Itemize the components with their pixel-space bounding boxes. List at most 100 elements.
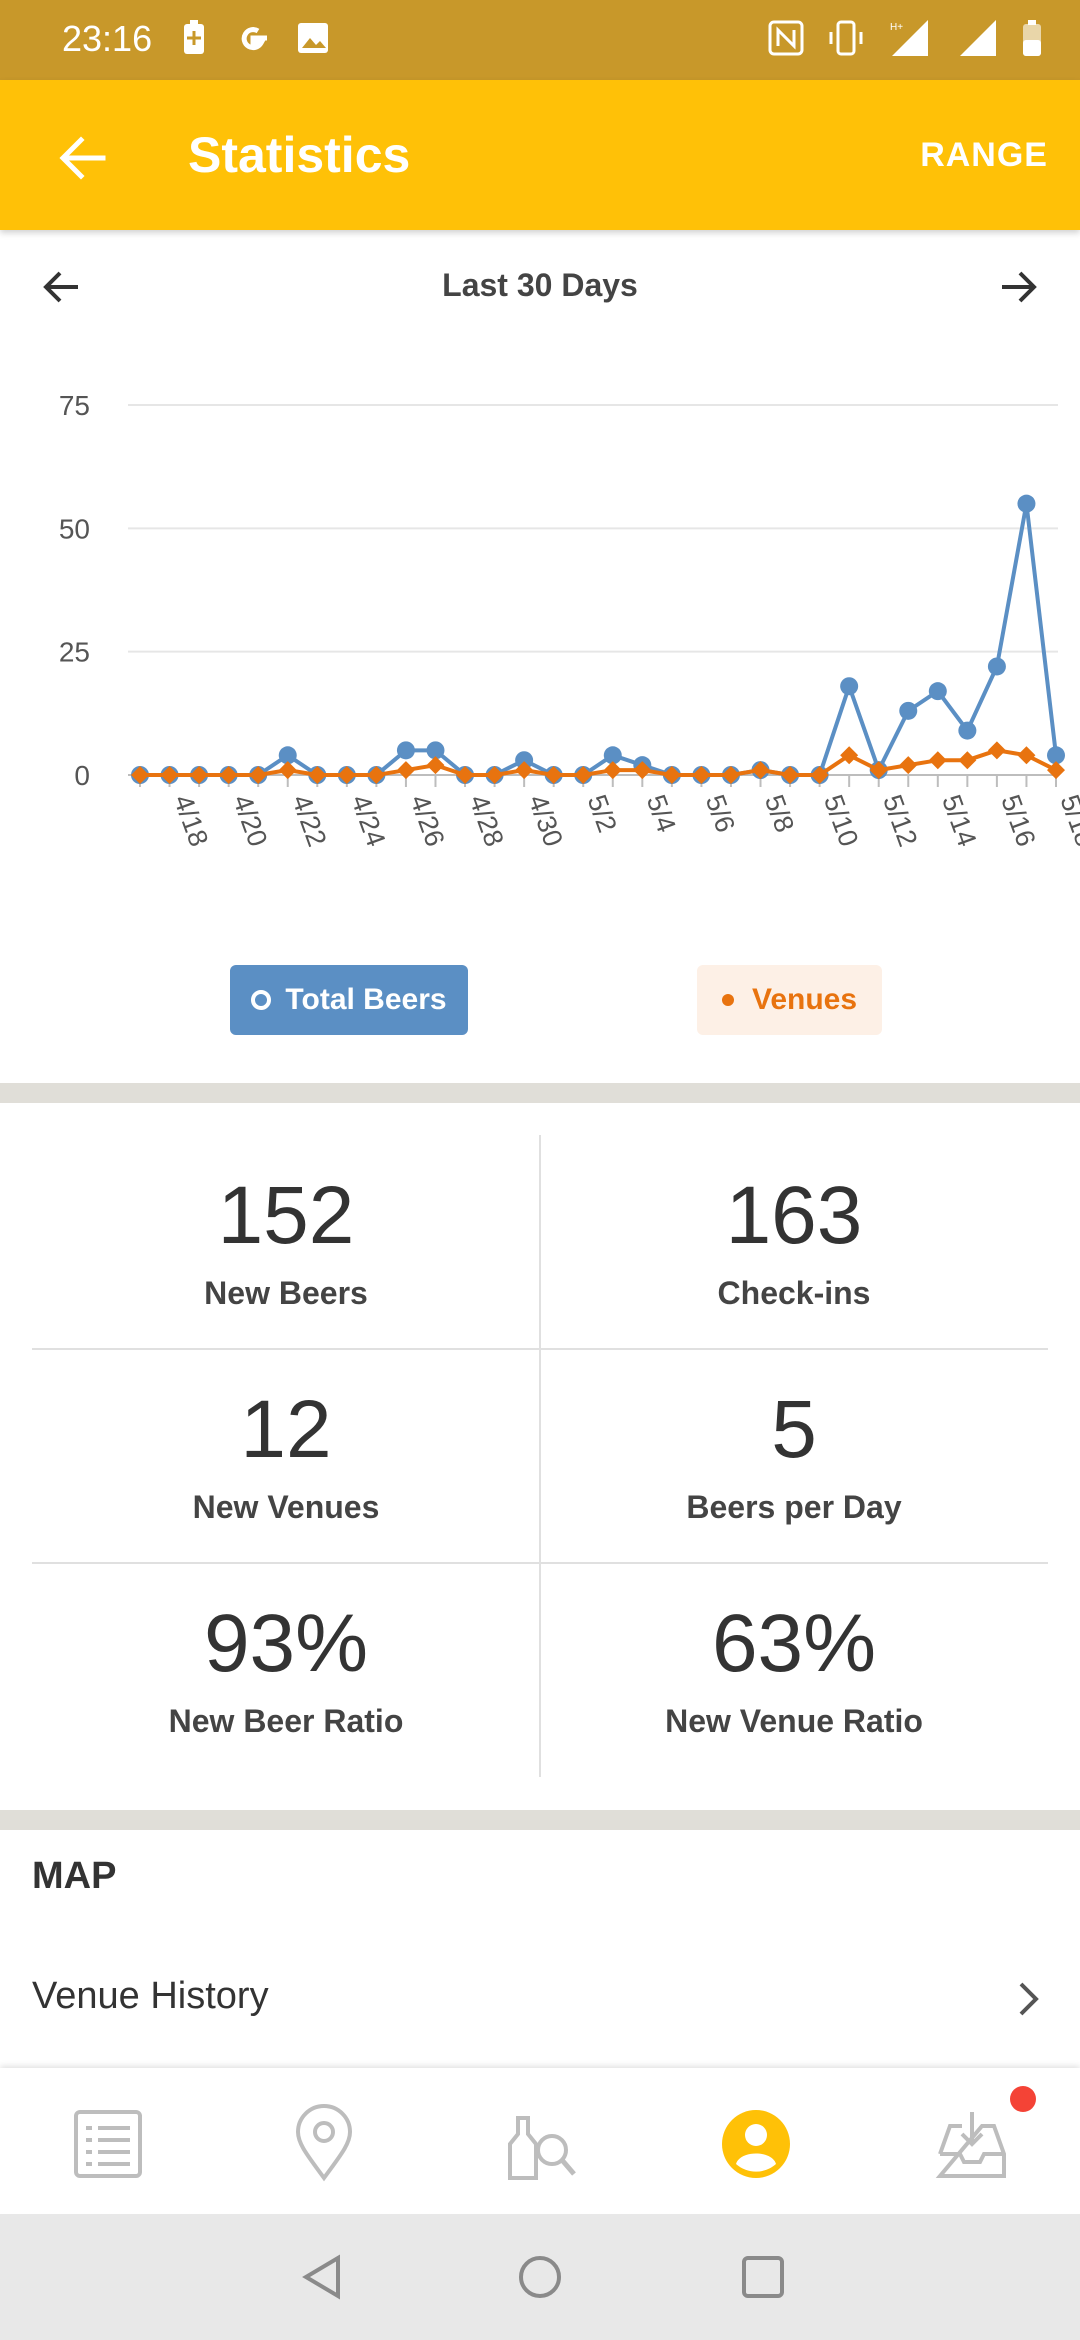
legend-venues-button[interactable]: Venues — [697, 965, 882, 1035]
stat-value: 63% — [711, 1598, 877, 1689]
venues-point — [1047, 761, 1065, 780]
list-icon[interactable] — [68, 2104, 148, 2184]
venues-point — [928, 751, 947, 770]
x-tick-label: 5/12 — [877, 791, 923, 851]
stat-value: 93% — [203, 1598, 369, 1689]
gallery-icon — [298, 23, 328, 53]
stat-value: 5 — [771, 1384, 817, 1475]
chart-period-nav: Last 30 Days — [0, 245, 1080, 325]
x-tick-label: 4/30 — [522, 791, 568, 851]
y-tick-label: 0 — [74, 760, 90, 791]
battery-icon — [1023, 20, 1041, 56]
section-divider — [0, 1083, 1080, 1103]
stat-label: New Beer Ratio — [168, 1703, 404, 1739]
total-beers-series-line — [140, 503, 1058, 777]
chevron-right-icon — [1019, 1982, 1039, 2016]
stat-label: Beers per Day — [686, 1489, 902, 1525]
stat-new-venues: 12 New Venues — [32, 1349, 540, 1563]
y-tick-label: 50 — [59, 513, 90, 544]
x-tick-label: 5/4 — [641, 791, 682, 837]
system-back-icon[interactable] — [298, 2252, 348, 2302]
y-tick-label: 25 — [59, 637, 90, 668]
stat-label: Check-ins — [717, 1275, 871, 1311]
venues-point — [603, 761, 622, 780]
status-bar: 23:16 H+ — [0, 0, 1080, 80]
range-button[interactable]: RANGE — [920, 136, 1048, 175]
venues-point — [1017, 746, 1036, 765]
vibrate-icon — [829, 20, 863, 56]
location-icon[interactable] — [284, 2104, 364, 2184]
venues-point — [987, 741, 1006, 760]
circle-marker-icon — [251, 990, 272, 1010]
beer-search-icon[interactable] — [500, 2104, 580, 2184]
stat-value: 12 — [240, 1384, 332, 1475]
system-navigation-bar — [0, 2214, 1080, 2340]
x-tick-label: 4/20 — [227, 791, 273, 851]
statistics-line-chart: 0 25 50 75 4/18 4/20 4/22 4/24 4/26 4/28 4/30 5/2 5/… — [59, 390, 1080, 851]
venue-history-row[interactable]: Venue History — [0, 1955, 1080, 2045]
x-tick-label: 5/6 — [700, 791, 741, 837]
stat-beers-per-day: 5 Beers per Day — [540, 1349, 1048, 1563]
stats-grid: 152 New Beers 163 Check-ins 12 New Venue… — [32, 1135, 1048, 1777]
page-title: Statistics — [188, 127, 411, 183]
venue-history-label: Venue History — [32, 1975, 269, 2017]
total-beers-point — [958, 721, 977, 740]
x-tick-label: 4/24 — [345, 791, 391, 851]
total-beers-point — [840, 677, 859, 696]
stat-value: 152 — [217, 1170, 355, 1261]
stat-new-beer-ratio: 93% New Beer Ratio — [32, 1563, 540, 1777]
back-arrow-icon[interactable] — [55, 130, 111, 186]
legend-total-beers-button[interactable]: Total Beers — [230, 965, 468, 1035]
x-tick-label: 4/28 — [463, 791, 509, 851]
legend-total-beers-label: Total Beers — [285, 983, 447, 1016]
total-beers-point — [396, 741, 415, 760]
chart-legend: Total Beers Venues — [0, 965, 1080, 1037]
total-beers-point — [987, 657, 1006, 676]
x-tick-label: 4/26 — [404, 791, 450, 851]
venues-point — [396, 761, 415, 780]
x-tick-label: 4/22 — [286, 791, 332, 851]
total-beers-point — [899, 701, 918, 720]
section-divider — [0, 1810, 1080, 1830]
notification-badge — [1010, 2086, 1036, 2112]
profile-icon[interactable] — [716, 2104, 796, 2184]
next-period-arrow-icon[interactable] — [996, 265, 1040, 309]
x-tick-label: 5/14 — [936, 791, 982, 851]
x-tick-label: 5/8 — [759, 791, 800, 837]
app-bar: Statistics RANGE — [0, 80, 1080, 230]
nfc-icon — [768, 20, 804, 56]
total-beers-point — [928, 682, 947, 701]
inbox-icon[interactable] — [932, 2104, 1012, 2184]
x-tick-label: 5/10 — [818, 791, 864, 851]
x-tick-label: 5/16 — [995, 791, 1041, 851]
stat-label: New Beers — [204, 1275, 368, 1311]
x-tick-label: 5/18 — [1054, 791, 1080, 851]
status-time: 23:16 — [62, 18, 153, 59]
stat-new-venue-ratio: 63% New Venue Ratio — [540, 1563, 1048, 1777]
venues-point — [426, 756, 445, 775]
x-tick-label: 4/18 — [168, 791, 214, 851]
signal-icon-2 — [960, 20, 996, 56]
x-tick-label: 5/2 — [582, 791, 623, 837]
legend-venues-label: Venues — [751, 983, 858, 1016]
stat-new-beers: 152 New Beers — [32, 1135, 540, 1349]
venues-point — [899, 756, 918, 775]
dot-marker-icon — [721, 994, 734, 1006]
svg-text:H+: H+ — [890, 22, 903, 33]
google-icon — [241, 27, 267, 51]
venues-point — [958, 751, 977, 770]
bottom-navigation — [0, 2068, 1080, 2214]
system-home-icon[interactable] — [515, 2252, 565, 2302]
y-tick-label: 75 — [59, 390, 90, 421]
chart-period-label: Last 30 Days — [442, 267, 638, 303]
total-beers-point — [1017, 494, 1036, 513]
signal-icon: H+ — [890, 20, 928, 56]
system-recents-icon[interactable] — [738, 2252, 788, 2302]
battery-saver-icon — [184, 20, 204, 54]
venues-point — [278, 761, 297, 780]
stat-label: New Venues — [192, 1489, 380, 1525]
stat-label: New Venue Ratio — [665, 1703, 923, 1739]
map-section-title: MAP — [32, 1855, 117, 1897]
stat-check-ins: 163 Check-ins — [540, 1135, 1048, 1349]
stat-value: 163 — [725, 1170, 863, 1261]
